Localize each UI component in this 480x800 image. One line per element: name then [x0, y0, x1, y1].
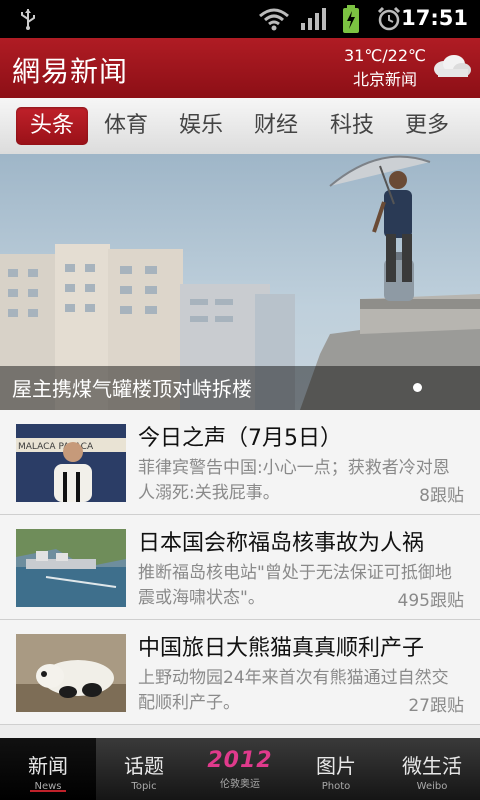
nav-topic-sublabel: Topic [131, 781, 157, 792]
news-title: 今日之声（7月5日） [138, 426, 342, 451]
nav-topic-label: 话题 [124, 754, 164, 778]
status-time: 17:51 [401, 6, 468, 30]
weather-temperature: 31℃/22℃ [343, 46, 426, 65]
nav-news[interactable]: 新闻 News [0, 738, 96, 800]
news-title: 日本国会称福岛核事故为人祸 [138, 531, 425, 556]
nav-photo-label: 图片 [316, 754, 356, 778]
news-thumbnail [16, 529, 126, 607]
news-item[interactable]: 中国旅日大熊猫真真顺利产子 上野动物园24年来首次有熊猫通过自然交配顺利产子。 … [0, 620, 480, 725]
hero-banner[interactable]: 屋主携煤气罐楼顶对峙拆楼 [0, 154, 480, 410]
alarm-clock-icon [376, 6, 402, 36]
bottom-navigation: 新闻 News 话题 Topic 2012 伦敦奥运 图片 Photo 微生活 … [0, 738, 480, 800]
category-tabs: 头条 体育 娱乐 财经 科技 更多 [0, 98, 480, 155]
news-list: MALACA PALACA 今日之声（7月5日） 菲律宾警告中国:小心一点；获救… [0, 410, 480, 738]
news-item[interactable]: MALACA PALACA 今日之声（7月5日） 菲律宾警告中国:小心一点；获救… [0, 410, 480, 515]
nav-photo-sublabel: Photo [321, 781, 351, 792]
tab-more[interactable]: 更多 [391, 107, 463, 145]
nav-photo[interactable]: 图片 Photo [288, 738, 384, 800]
cloud-icon[interactable] [430, 53, 472, 83]
nav-weibo-sublabel: Weibo [416, 781, 448, 792]
hero-caption: 屋主携煤气罐楼顶对峙拆楼 [12, 377, 252, 401]
battery-charging-icon [342, 5, 360, 37]
news-title: 中国旅日大熊猫真真顺利产子 [138, 636, 425, 661]
tab-entertainment[interactable]: 娱乐 [165, 107, 237, 145]
signal-icon [300, 8, 328, 34]
tab-technology[interactable]: 科技 [316, 107, 388, 145]
tab-sports[interactable]: 体育 [90, 107, 162, 145]
nav-news-label: 新闻 [28, 754, 68, 778]
reply-count: 27跟贴 [408, 696, 464, 716]
status-bar: 17:51 [0, 0, 480, 38]
news-thumbnail: MALACA PALACA [16, 424, 126, 502]
reply-count: 495跟贴 [397, 591, 464, 611]
nav-weibo[interactable]: 微生活 Weibo [384, 738, 480, 800]
weather-location: 北京新闻 [352, 70, 417, 89]
active-indicator [30, 790, 66, 792]
nav-topic[interactable]: 话题 Topic [96, 738, 192, 800]
nav-olympics-label: 2012 [207, 748, 273, 773]
tab-finance[interactable]: 财经 [240, 107, 312, 145]
news-item[interactable]: 日本国会称福岛核事故为人祸 推断福岛核电站"曾处于无法保证可抵御地震或海啸状态"… [0, 515, 480, 620]
reply-count: 8跟贴 [419, 486, 464, 506]
app-logo: 網易新闻 [12, 55, 129, 88]
carousel-indicator [413, 383, 422, 392]
nav-olympics[interactable]: 2012 伦敦奥运 [192, 738, 288, 800]
weather-widget[interactable]: 31℃/22℃ 北京新闻 [344, 44, 426, 92]
nav-olympics-sublabel: 伦敦奥运 [220, 779, 260, 790]
usb-icon [18, 7, 38, 35]
wifi-icon [258, 7, 290, 35]
news-thumbnail [16, 634, 126, 712]
app-header: 網易新闻 31℃/22℃ 北京新闻 [0, 38, 480, 98]
nav-weibo-label: 微生活 [402, 754, 462, 778]
tab-headlines[interactable]: 头条 [16, 107, 88, 145]
news-summary: 菲律宾警告中国:小心一点；获救者冷对恩人溺死:关我屁事。 [138, 458, 450, 503]
